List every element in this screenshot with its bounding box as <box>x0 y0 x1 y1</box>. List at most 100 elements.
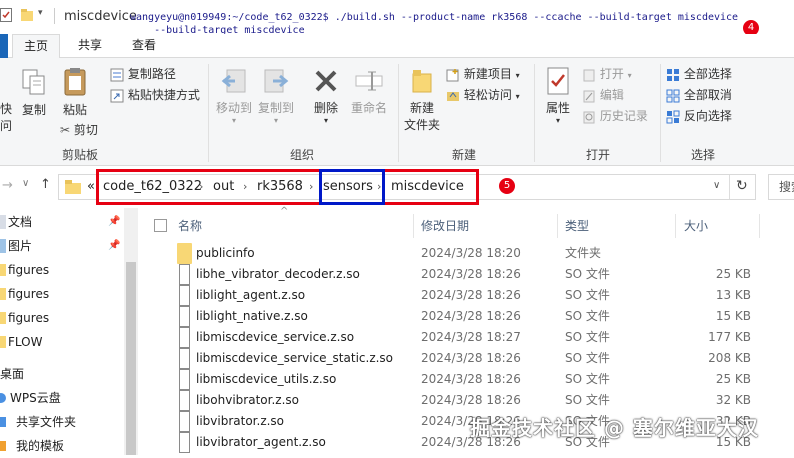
new-item-button[interactable]: 新建项目 ▾ <box>446 64 520 84</box>
table-row[interactable]: publicinfo 2024/3/28 18:20 文件夹 <box>140 243 794 264</box>
pin-quick-access-button[interactable]: 快 问 <box>0 100 12 134</box>
edit-label: 编辑 <box>599 88 624 102</box>
pin-icon: 📌 <box>108 216 121 227</box>
ribbon-separator <box>660 64 661 162</box>
properties-quick-icon[interactable] <box>0 8 14 22</box>
select-all-button[interactable]: 全部选择 <box>666 64 732 84</box>
paste-label: 粘贴 <box>62 103 87 117</box>
copy-to-dropdown-icon: ▾ <box>273 116 278 125</box>
file-date: 2024/3/28 18:20 <box>421 246 521 260</box>
properties-button[interactable]: 属性 ▾ <box>540 66 576 125</box>
table-row[interactable]: liblight_native.z.so 2024/3/28 18:26 SO 文件… <box>140 306 794 327</box>
select-none-icon <box>666 89 680 102</box>
edit-button[interactable]: 编辑 <box>582 85 624 105</box>
nav-item-label: figures <box>8 287 50 301</box>
new-folder-quick-icon[interactable] <box>20 8 34 22</box>
column-header-name[interactable]: 名称 <box>178 214 202 238</box>
sidebar-scrollbar-thumb[interactable] <box>126 262 136 455</box>
nav-item-label: FLOW <box>8 335 43 349</box>
column-separator[interactable] <box>557 214 558 238</box>
forward-arrow-icon[interactable]: → <box>2 178 13 193</box>
new-folder-icon <box>412 70 432 93</box>
address-dropdown-icon[interactable]: ∨ <box>713 180 720 191</box>
table-row[interactable]: libmiscdevice_service.z.so 2024/3/28 18:2… <box>140 327 794 348</box>
rename-button[interactable]: 重命名 <box>348 66 390 116</box>
column-header-type[interactable]: 类型 <box>565 214 589 238</box>
quick-access-dropdown-icon[interactable]: ▾ <box>38 8 52 22</box>
move-to-icon <box>221 69 246 93</box>
column-separator[interactable] <box>413 214 414 238</box>
move-to-button[interactable]: 移动到 ▾ <box>214 66 254 125</box>
file-size: 25 KB <box>715 267 751 281</box>
copy-path-button[interactable]: 复制路径 <box>110 64 176 84</box>
copy-to-button[interactable]: 复制到 ▾ <box>256 66 296 125</box>
file-name: libmiscdevice_service.z.so <box>196 330 355 344</box>
nav-item-label: 文档 <box>8 215 33 229</box>
delete-label: 删除 <box>313 101 338 115</box>
invert-selection-icon <box>666 110 680 123</box>
new-folder-button[interactable]: 新建 文件夹 <box>402 66 442 133</box>
nav-item-label: 图片 <box>8 239 33 253</box>
delete-button[interactable]: 删除 ▾ <box>306 66 346 125</box>
folder-icon <box>65 180 81 194</box>
file-type: SO 文件 <box>565 267 610 281</box>
table-row[interactable]: libmiscdevice_service_static.z.so 2024/3/… <box>140 348 794 369</box>
table-row[interactable]: liblight_agent.z.so 2024/3/28 18:26 SO 文件 1… <box>140 285 794 306</box>
delete-dropdown-icon: ▾ <box>323 116 328 125</box>
folder-icon <box>177 243 192 264</box>
table-row[interactable]: libohvibrator.z.so 2024/3/28 18:26 SO 文件 32… <box>140 390 794 411</box>
copy-button[interactable]: 复制 <box>18 68 50 118</box>
file-name: libvibrator.z.so <box>196 414 285 428</box>
clipboard-group-label: 剪贴板 <box>62 148 99 162</box>
file-type: SO 文件 <box>565 288 610 302</box>
documents-icon <box>0 215 6 229</box>
select-none-button[interactable]: 全部取消 <box>666 85 732 105</box>
recent-dropdown-icon[interactable]: ∨ <box>22 178 29 189</box>
file-size: 32 KB <box>715 393 751 407</box>
paste-shortcut-button[interactable]: 粘贴快捷方式 <box>110 85 200 105</box>
tab-home[interactable]: 主页 <box>12 34 60 59</box>
move-to-label: 移动到 <box>215 101 252 115</box>
copy-to-label: 复制到 <box>257 101 294 115</box>
column-separator[interactable] <box>675 214 676 238</box>
title-divider <box>54 8 55 24</box>
rename-label: 重命名 <box>350 101 387 115</box>
sidebar-scrollbar[interactable] <box>124 208 138 455</box>
table-row[interactable]: libmiscdevice_utils.z.so 2024/3/28 18:26 S… <box>140 369 794 390</box>
invert-selection-button[interactable]: 反向选择 <box>666 106 732 126</box>
open-icon <box>583 69 595 81</box>
paste-button[interactable]: 粘贴 <box>58 66 92 118</box>
new-item-icon <box>446 68 459 81</box>
copy-icon <box>22 69 45 95</box>
pin-label-fragment-2: 问 <box>0 119 13 133</box>
select-all-checkbox[interactable] <box>154 219 167 232</box>
search-box[interactable]: 搜索 <box>768 174 794 200</box>
history-button[interactable]: 历史记录 <box>582 106 648 126</box>
up-arrow-icon[interactable]: ↑ <box>40 177 51 192</box>
refresh-icon[interactable]: ↻ <box>736 178 748 194</box>
file-name: libohvibrator.z.so <box>196 393 299 407</box>
ribbon: 快 问 复制 粘贴 复制路径 粘贴快捷方式 ✂ 剪切 剪贴板 移动到 ▾ 复制到… <box>0 58 794 166</box>
invert-selection-label: 反向选择 <box>683 109 732 123</box>
file-size: 25 KB <box>715 372 751 386</box>
cut-button[interactable]: ✂ 剪切 <box>60 120 98 140</box>
breadcrumb-overflow[interactable]: « <box>87 175 95 199</box>
file-name: publicinfo <box>196 246 255 260</box>
tab-share[interactable]: 共享 <box>68 34 112 58</box>
easy-access-label: 轻松访问 <box>463 88 512 102</box>
nav-item-label: 共享文件夹 <box>16 415 77 429</box>
easy-access-button[interactable]: 轻松访问 ▾ <box>446 85 520 105</box>
column-header-date[interactable]: 修改日期 <box>421 214 469 238</box>
column-separator[interactable] <box>759 214 760 238</box>
column-header-size[interactable]: 大小 <box>684 214 708 238</box>
tab-view[interactable]: 查看 <box>122 34 166 58</box>
file-date: 2024/3/28 18:26 <box>421 372 521 386</box>
title-bar: ▾ miscdevice wangyeyu@n019949:~/code_t62… <box>0 0 794 36</box>
paste-shortcut-icon <box>110 89 124 102</box>
ribbon-separator <box>534 64 535 162</box>
scissors-icon: ✂ <box>60 123 71 137</box>
tab-file[interactable] <box>0 34 8 58</box>
table-row[interactable]: libhe_vibrator_decoder.z.so 2024/3/28 18:… <box>140 264 794 285</box>
easy-access-icon <box>447 91 459 101</box>
open-button[interactable]: 打开 ▾ <box>582 64 632 84</box>
